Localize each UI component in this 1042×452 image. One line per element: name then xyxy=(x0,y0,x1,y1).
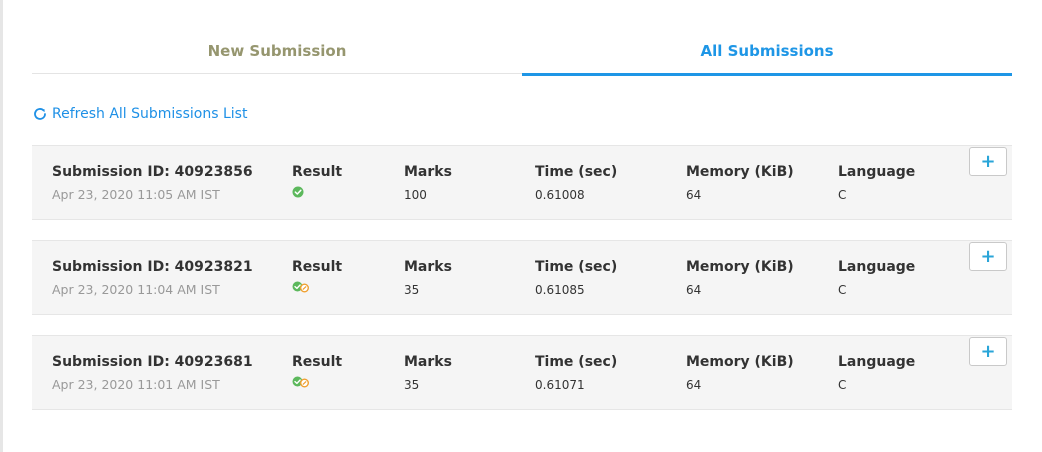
submission-row: Submission ID: 40923681 Apr 23, 2020 11:… xyxy=(32,335,1012,410)
time-value: 0.61008 xyxy=(535,188,585,202)
time-cell: Time (sec) 0.61085 xyxy=(535,258,617,297)
memory-cell: Memory (KiB) 64 xyxy=(686,258,794,297)
plus-icon: + xyxy=(980,245,996,267)
time-header: Time (sec) xyxy=(535,259,618,275)
language-cell: Language C xyxy=(838,258,915,297)
submission-date: Apr 23, 2020 11:04 AM IST xyxy=(52,282,220,297)
expand-button[interactable]: + xyxy=(969,147,1007,176)
tab-new-submission[interactable]: New Submission xyxy=(32,30,522,74)
marks-header: Marks xyxy=(404,354,452,370)
time-header: Time (sec) xyxy=(535,164,618,180)
marks-value: 35 xyxy=(404,378,420,392)
time-value: 0.61085 xyxy=(535,283,585,297)
memory-value: 64 xyxy=(686,188,702,202)
time-header: Time (sec) xyxy=(535,354,618,370)
partial-accepted-icon xyxy=(292,281,309,293)
marks-header: Marks xyxy=(404,164,452,180)
language-value: C xyxy=(838,283,847,297)
memory-header: Memory (KiB) xyxy=(686,259,794,275)
language-header: Language xyxy=(838,259,916,275)
plus-icon: + xyxy=(980,340,996,362)
accepted-check-icon xyxy=(292,186,304,198)
result-header: Result xyxy=(292,354,343,370)
result-header: Result xyxy=(292,259,343,275)
submission-id: Submission ID: 40923681 xyxy=(52,354,253,370)
marks-cell: Marks 35 xyxy=(404,353,452,392)
result-header: Result xyxy=(292,164,343,180)
language-value: C xyxy=(838,188,847,202)
result-cell: Result xyxy=(292,258,342,293)
time-cell: Time (sec) 0.61008 xyxy=(535,163,617,202)
marks-cell: Marks 35 xyxy=(404,258,452,297)
refresh-submissions-link[interactable]: Refresh All Submissions List xyxy=(32,103,247,125)
language-cell: Language C xyxy=(838,163,915,202)
memory-value: 64 xyxy=(686,283,702,297)
plus-icon: + xyxy=(980,150,996,172)
submission-id: Submission ID: 40923856 xyxy=(52,164,253,180)
left-border xyxy=(0,0,3,452)
memory-value: 64 xyxy=(686,378,702,392)
submission-date: Apr 23, 2020 11:05 AM IST xyxy=(52,187,220,202)
refresh-icon xyxy=(34,108,46,120)
refresh-label: Refresh All Submissions List xyxy=(52,106,248,122)
submission-date: Apr 23, 2020 11:01 AM IST xyxy=(52,377,220,392)
expand-button[interactable]: + xyxy=(969,242,1007,271)
submission-row: Submission ID: 40923821 Apr 23, 2020 11:… xyxy=(32,240,1012,315)
submission-id-cell: Submission ID: 40923821 Apr 23, 2020 11:… xyxy=(52,258,253,298)
language-cell: Language C xyxy=(838,353,915,392)
marks-cell: Marks 100 xyxy=(404,163,452,202)
marks-value: 35 xyxy=(404,283,420,297)
result-cell: Result xyxy=(292,163,342,198)
memory-header: Memory (KiB) xyxy=(686,164,794,180)
memory-cell: Memory (KiB) 64 xyxy=(686,353,794,392)
submission-id-cell: Submission ID: 40923681 Apr 23, 2020 11:… xyxy=(52,353,253,393)
language-header: Language xyxy=(838,164,916,180)
time-cell: Time (sec) 0.61071 xyxy=(535,353,617,392)
marks-value: 100 xyxy=(404,188,427,202)
partial-accepted-icon xyxy=(292,376,309,388)
submission-tabs: New Submission All Submissions xyxy=(32,30,1012,76)
expand-button[interactable]: + xyxy=(969,337,1007,366)
marks-header: Marks xyxy=(404,259,452,275)
language-header: Language xyxy=(838,354,916,370)
time-value: 0.61071 xyxy=(535,378,585,392)
memory-cell: Memory (KiB) 64 xyxy=(686,163,794,202)
submission-id-cell: Submission ID: 40923856 Apr 23, 2020 11:… xyxy=(52,163,253,203)
submission-id: Submission ID: 40923821 xyxy=(52,259,253,275)
language-value: C xyxy=(838,378,847,392)
submission-row: Submission ID: 40923856 Apr 23, 2020 11:… xyxy=(32,145,1012,220)
result-cell: Result xyxy=(292,353,342,388)
memory-header: Memory (KiB) xyxy=(686,354,794,370)
tab-all-submissions[interactable]: All Submissions xyxy=(522,30,1012,76)
